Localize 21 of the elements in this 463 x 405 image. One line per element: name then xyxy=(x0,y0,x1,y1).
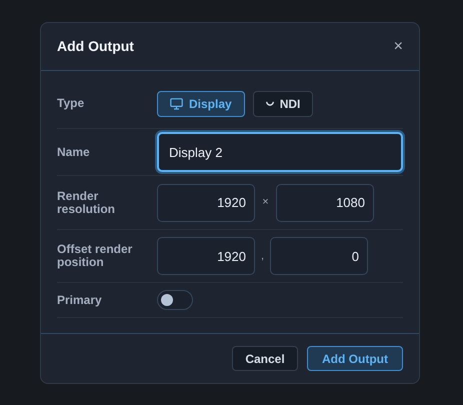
field-label: Offset render position xyxy=(57,243,134,269)
type-toggle[interactable]: Display xyxy=(157,90,245,116)
field-label: Primary xyxy=(57,294,103,306)
name-field[interactable]: Display 2 xyxy=(157,132,403,172)
primary-switch[interactable] xyxy=(157,290,193,310)
close-button[interactable]: × xyxy=(394,38,403,54)
dialog-title: Add Output xyxy=(57,37,134,56)
separator-text: , xyxy=(260,248,266,264)
separator-text: × xyxy=(261,195,270,210)
type-toggle[interactable]: NDI xyxy=(252,90,314,116)
number-field[interactable]: 0 xyxy=(270,237,368,275)
cancel-button[interactable]: Cancel xyxy=(232,346,298,371)
number-field[interactable]: 1920 xyxy=(157,237,255,275)
number-field[interactable]: 1920 xyxy=(157,184,255,222)
monitor-icon xyxy=(170,98,183,110)
number-field[interactable]: 1080 xyxy=(276,184,374,222)
smile-icon xyxy=(266,101,274,106)
field-label: Type xyxy=(57,97,86,110)
add-output-button[interactable]: Add Output xyxy=(307,346,403,371)
field-label: Name xyxy=(57,146,91,158)
field-label: Render resolution xyxy=(57,190,116,216)
